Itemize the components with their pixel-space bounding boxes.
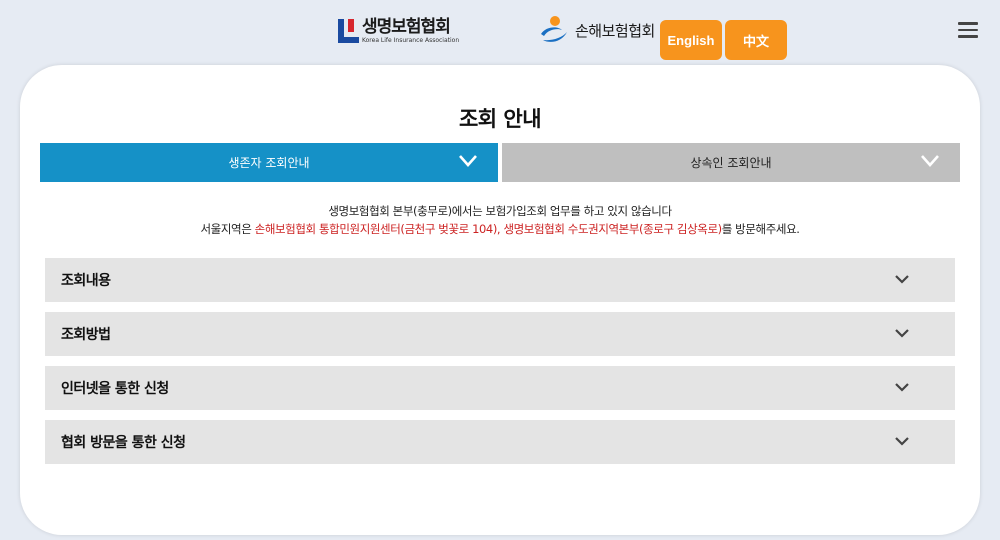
notice-line-2-suffix: 를 방문해주세요. [721, 222, 800, 236]
visit-notice: 생명보험협회 본부(충무로)에서는 보험가입조회 업무를 하고 있지 않습니다 … [0, 202, 1000, 238]
accordion-label: 조회내용 [61, 273, 111, 289]
life-logo-english: Korea Life Insurance Association [362, 37, 460, 44]
general-association-emblem-icon [541, 16, 567, 42]
chevron-down-icon [895, 275, 909, 284]
notice-line-1: 생명보험협회 본부(충무로)에서는 보험가입조회 업무를 하고 있지 않습니다 [328, 204, 672, 218]
hamburger-menu-icon[interactable] [958, 22, 980, 38]
page-title: 조회 안내 [458, 107, 542, 131]
life-association-emblem-icon [338, 17, 359, 43]
general-logo-korean: 손해보험협회 [575, 21, 655, 40]
notice-line-2: 서울지역은 손해보험협회 통합민원지원센터(금천구 벚꽃로 104), 생명보험… [0, 220, 1000, 238]
chevron-down-icon [895, 437, 909, 446]
tab-heir-inquiry[interactable]: 상속인 조회안내 [502, 143, 960, 182]
accordion-inquiry-content[interactable]: 조회내용 [45, 258, 955, 302]
accordion-label: 인터넷을 통한 신청 [61, 381, 169, 397]
accordion-label: 협회 방문을 통한 신청 [61, 435, 186, 451]
chevron-down-icon [921, 155, 939, 167]
accordion-label: 조회방법 [61, 327, 111, 343]
notice-line-2-highlight: 손해보험협회 통합민원지원센터(금천구 벚꽃로 104), 생명보험협회 수도권… [254, 222, 722, 236]
life-insurance-association-logo[interactable]: 생명보험협회 Korea Life Insurance Association [338, 17, 459, 45]
accordion-online-application[interactable]: 인터넷을 통한 신청 [45, 366, 955, 410]
notice-line-2-prefix: 서울지역은 [200, 222, 255, 236]
chinese-language-button[interactable]: 中文 [725, 20, 787, 60]
english-language-button[interactable]: English [660, 20, 722, 60]
tab-survivor-label: 생존자 조회안내 [228, 156, 310, 170]
site-header: 생명보험협회 Korea Life Insurance Association … [0, 0, 1000, 64]
accordion-inquiry-method[interactable]: 조회방법 [45, 312, 955, 356]
life-logo-korean: 생명보험협회 [362, 17, 451, 37]
tab-survivor-inquiry[interactable]: 생존자 조회안내 [40, 143, 498, 182]
general-insurance-association-logo[interactable]: 손해보험협회 [538, 14, 655, 46]
tab-heir-label: 상속인 조회안내 [690, 156, 772, 170]
accordion-visit-application[interactable]: 협회 방문을 통한 신청 [45, 420, 955, 464]
chevron-down-icon [895, 329, 909, 338]
chevron-down-icon [895, 383, 909, 392]
chevron-down-icon [459, 155, 477, 167]
